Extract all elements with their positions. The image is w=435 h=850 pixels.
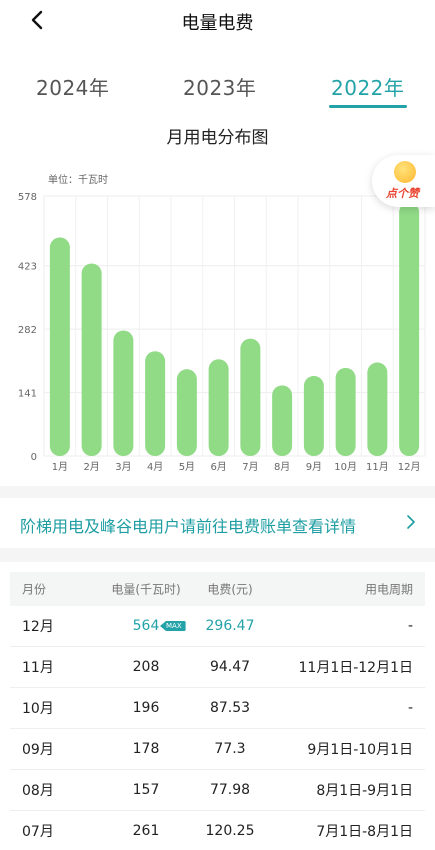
x-tick-label: 8月 <box>274 461 290 473</box>
section-divider <box>0 548 435 562</box>
tab-year-2023[interactable]: 2023年 <box>183 72 256 101</box>
row-month: 11月 <box>22 660 54 676</box>
smiley-icon <box>394 161 416 183</box>
row-period: - <box>407 618 413 634</box>
tab-year-2024[interactable]: 2024年 <box>36 72 109 101</box>
row-month: 07月 <box>22 824 54 840</box>
chart-title: 月用电分布图 <box>166 128 269 148</box>
row-period: 8月1日-9月1日 <box>316 783 413 799</box>
row-kwh: 157 <box>132 782 160 798</box>
row-fee: 296.47 <box>205 618 255 634</box>
row-fee: 94.47 <box>209 659 251 675</box>
section-divider <box>0 486 435 498</box>
x-tick-label: 6月 <box>210 461 226 473</box>
monthly-usage-chart: 0 141 282 423 578 1月 2月 3月 4月 5月 6月 7月 8月 9月 10月 11月 12月 <box>18 192 426 473</box>
x-tick-label: 12月 <box>398 461 421 473</box>
y-tick-label: 282 <box>18 325 37 336</box>
table-row[interactable]: 12月 564 MAX 296.47 - <box>10 606 425 647</box>
notice-text: 阶梯用电及峰谷电用户请前往电费账单查看详情 <box>20 517 357 536</box>
bar-10[interactable] <box>335 367 356 456</box>
x-tick-label: 7月 <box>242 461 258 473</box>
row-month: 12月 <box>22 619 54 635</box>
bar-1[interactable] <box>49 237 70 456</box>
header-month: 月份 <box>22 582 47 597</box>
row-period: 7月1日-8月1日 <box>316 824 413 840</box>
row-kwh: 261 <box>132 823 160 839</box>
bar-12[interactable] <box>399 202 420 456</box>
x-tick-label: 2月 <box>83 461 99 473</box>
bar-9[interactable] <box>303 375 324 456</box>
bar-6[interactable] <box>208 359 229 456</box>
bar-2[interactable] <box>81 263 102 456</box>
x-tick-label: 5月 <box>179 461 195 473</box>
header-period: 用电周期 <box>364 582 413 597</box>
header-kwh: 电量(千瓦时) <box>111 582 181 597</box>
x-tick-label: 11月 <box>366 461 389 473</box>
x-tick-label: 3月 <box>115 461 131 473</box>
x-tick-label: 4月 <box>147 461 163 473</box>
active-tab-indicator <box>329 105 407 108</box>
y-tick-label: 578 <box>18 192 37 203</box>
x-tick-label: 9月 <box>306 461 322 473</box>
like-label: 点个赞 <box>386 187 419 200</box>
bar-4[interactable] <box>145 351 166 456</box>
row-fee: 77.98 <box>209 782 251 798</box>
table-row[interactable]: 11月 208 94.47 11月1日-12月1日 <box>10 647 425 688</box>
table-row[interactable]: 08月 157 77.98 8月1日-9月1日 <box>10 770 425 811</box>
row-period: 11月1日-12月1日 <box>298 660 414 676</box>
header-fee: 电费(元) <box>207 582 253 597</box>
page-title: 电量电费 <box>181 13 254 34</box>
y-tick-label: 0 <box>31 452 37 463</box>
bar-11[interactable] <box>367 362 388 456</box>
app-header: 电量电费 <box>0 0 435 42</box>
usage-table: 月份 电量(千瓦时) 电费(元) 用电周期 12月 564 MAX 296.47… <box>10 572 425 850</box>
row-period: 9月1日-10月1日 <box>307 742 413 758</box>
y-tick-label: 141 <box>18 389 37 400</box>
bar-8[interactable] <box>272 385 293 456</box>
bar-3[interactable] <box>113 330 134 456</box>
row-fee: 87.53 <box>209 700 251 716</box>
row-fee: 120.25 <box>205 823 255 839</box>
bar-7[interactable] <box>240 338 261 456</box>
row-fee: 77.3 <box>214 741 246 757</box>
table-row[interactable]: 10月 196 87.53 - <box>10 688 425 729</box>
row-kwh: 196 <box>132 700 160 716</box>
tab-year-2022[interactable]: 2022年 <box>331 72 404 101</box>
y-tick-label: 423 <box>18 262 37 273</box>
bar-5[interactable] <box>176 369 197 456</box>
row-month: 08月 <box>22 783 54 799</box>
table-row[interactable]: 09月 178 77.3 9月1日-10月1日 <box>10 729 425 770</box>
notice-bar[interactable]: 阶梯用电及峰谷电用户请前往电费账单查看详情 <box>0 498 435 548</box>
row-month: 10月 <box>22 701 54 717</box>
row-kwh: 178 <box>132 741 160 757</box>
table-row[interactable]: 07月 261 120.25 7月1日-8月1日 <box>10 811 425 850</box>
like-button[interactable]: 点个赞 <box>372 155 435 207</box>
row-period: - <box>407 700 413 716</box>
row-month: 09月 <box>22 742 54 758</box>
x-tick-label: 1月 <box>52 461 68 473</box>
x-tick-label: 10月 <box>334 461 357 473</box>
row-kwh: 208 <box>132 659 160 675</box>
table-header: 月份 电量(千瓦时) 电费(元) 用电周期 <box>10 572 425 606</box>
year-tabs: 2024年 2023年 2022年 <box>0 68 435 112</box>
chevron-right-icon <box>407 515 415 529</box>
